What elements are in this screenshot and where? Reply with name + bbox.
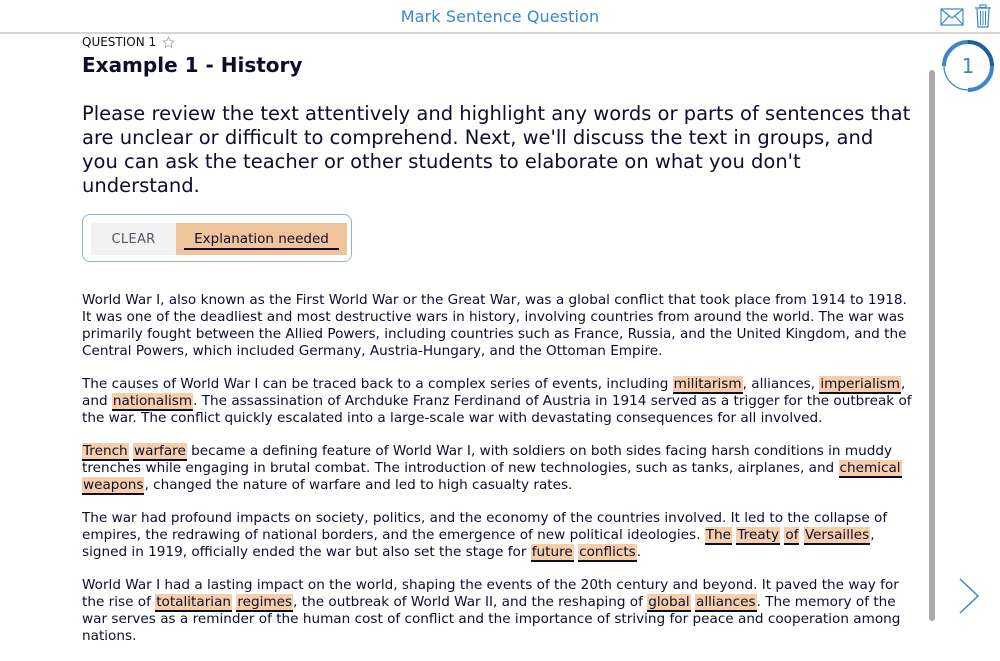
text-segment[interactable]: . The assassination of Archduke Franz Fe…: [82, 393, 912, 426]
trash-icon[interactable]: [974, 4, 992, 28]
highlighted-word[interactable]: militarism: [672, 376, 743, 394]
text-segment[interactable]: World War I, also known as the First Wor…: [82, 292, 907, 359]
explanation-needed-marker-button[interactable]: Explanation needed: [176, 223, 347, 255]
highlighted-word[interactable]: imperialism: [819, 376, 901, 394]
text-segment[interactable]: The causes of World War I can be traced …: [82, 376, 673, 392]
text-segment[interactable]: became a defining feature of World War I…: [82, 443, 892, 476]
question-label-row: QUESTION 1: [82, 34, 922, 50]
explanation-needed-label: Explanation needed: [194, 231, 329, 247]
question-progress-number[interactable]: 1: [941, 38, 995, 94]
text-segment[interactable]: .: [637, 544, 641, 560]
text-segment[interactable]: , alliances,: [743, 376, 820, 392]
paragraph-2[interactable]: The causes of World War I can be traced …: [82, 376, 918, 427]
highlighted-word[interactable]: Versailles: [803, 527, 871, 545]
question-title: Example 1 - History: [82, 53, 303, 77]
page-title: Mark Sentence Question: [400, 7, 600, 26]
highlighted-word[interactable]: global: [647, 594, 691, 612]
clear-button-label: CLEAR: [111, 231, 156, 247]
question-prompt: Please review the text attentively and h…: [82, 102, 911, 197]
star-outline-icon[interactable]: [162, 35, 175, 49]
text-segment[interactable]: , the outbreak of World War II, and the …: [293, 594, 647, 610]
highlighted-word[interactable]: nationalism: [111, 393, 194, 411]
scrollbar-thumb[interactable]: [929, 70, 935, 621]
highlighted-word[interactable]: totalitarian: [155, 594, 233, 612]
selected-underline: [184, 248, 339, 250]
highlighted-word[interactable]: of: [784, 527, 800, 545]
highlighted-word[interactable]: warfare: [133, 443, 187, 461]
highlighted-word[interactable]: conflicts: [578, 544, 637, 562]
highlighted-word[interactable]: Trench: [82, 443, 129, 461]
highlighted-word[interactable]: The: [704, 527, 733, 545]
mail-icon[interactable]: [940, 8, 964, 26]
paragraph-1[interactable]: World War I, also known as the First Wor…: [82, 292, 918, 360]
question-number-label: QUESTION 1: [82, 35, 157, 49]
paragraph-4[interactable]: The war had profound impacts on society,…: [82, 510, 918, 562]
highlighted-word[interactable]: regimes: [236, 594, 294, 612]
paragraph-3[interactable]: Trench warfare became a defining feature…: [82, 443, 918, 495]
clear-button[interactable]: CLEAR: [91, 223, 176, 255]
highlighted-word[interactable]: future: [530, 544, 574, 562]
highlighted-word[interactable]: weapons: [82, 477, 145, 495]
marker-selector: CLEAR Explanation needed: [82, 214, 352, 262]
highlighted-word[interactable]: alliances: [695, 594, 757, 612]
passage-text: World War I, also known as the First Wor…: [82, 292, 918, 645]
highlighted-word[interactable]: chemical: [838, 460, 902, 478]
text-segment[interactable]: , changed the nature of warfare and led …: [144, 477, 572, 493]
question-content: QUESTION 1 Example 1 - History Please re…: [82, 34, 922, 661]
highlighted-word[interactable]: Treaty: [736, 527, 781, 545]
paragraph-5[interactable]: World War I had a lasting impact on the …: [82, 577, 918, 645]
chevron-right-icon[interactable]: [958, 577, 980, 615]
top-bar: Mark Sentence Question: [0, 0, 1000, 34]
